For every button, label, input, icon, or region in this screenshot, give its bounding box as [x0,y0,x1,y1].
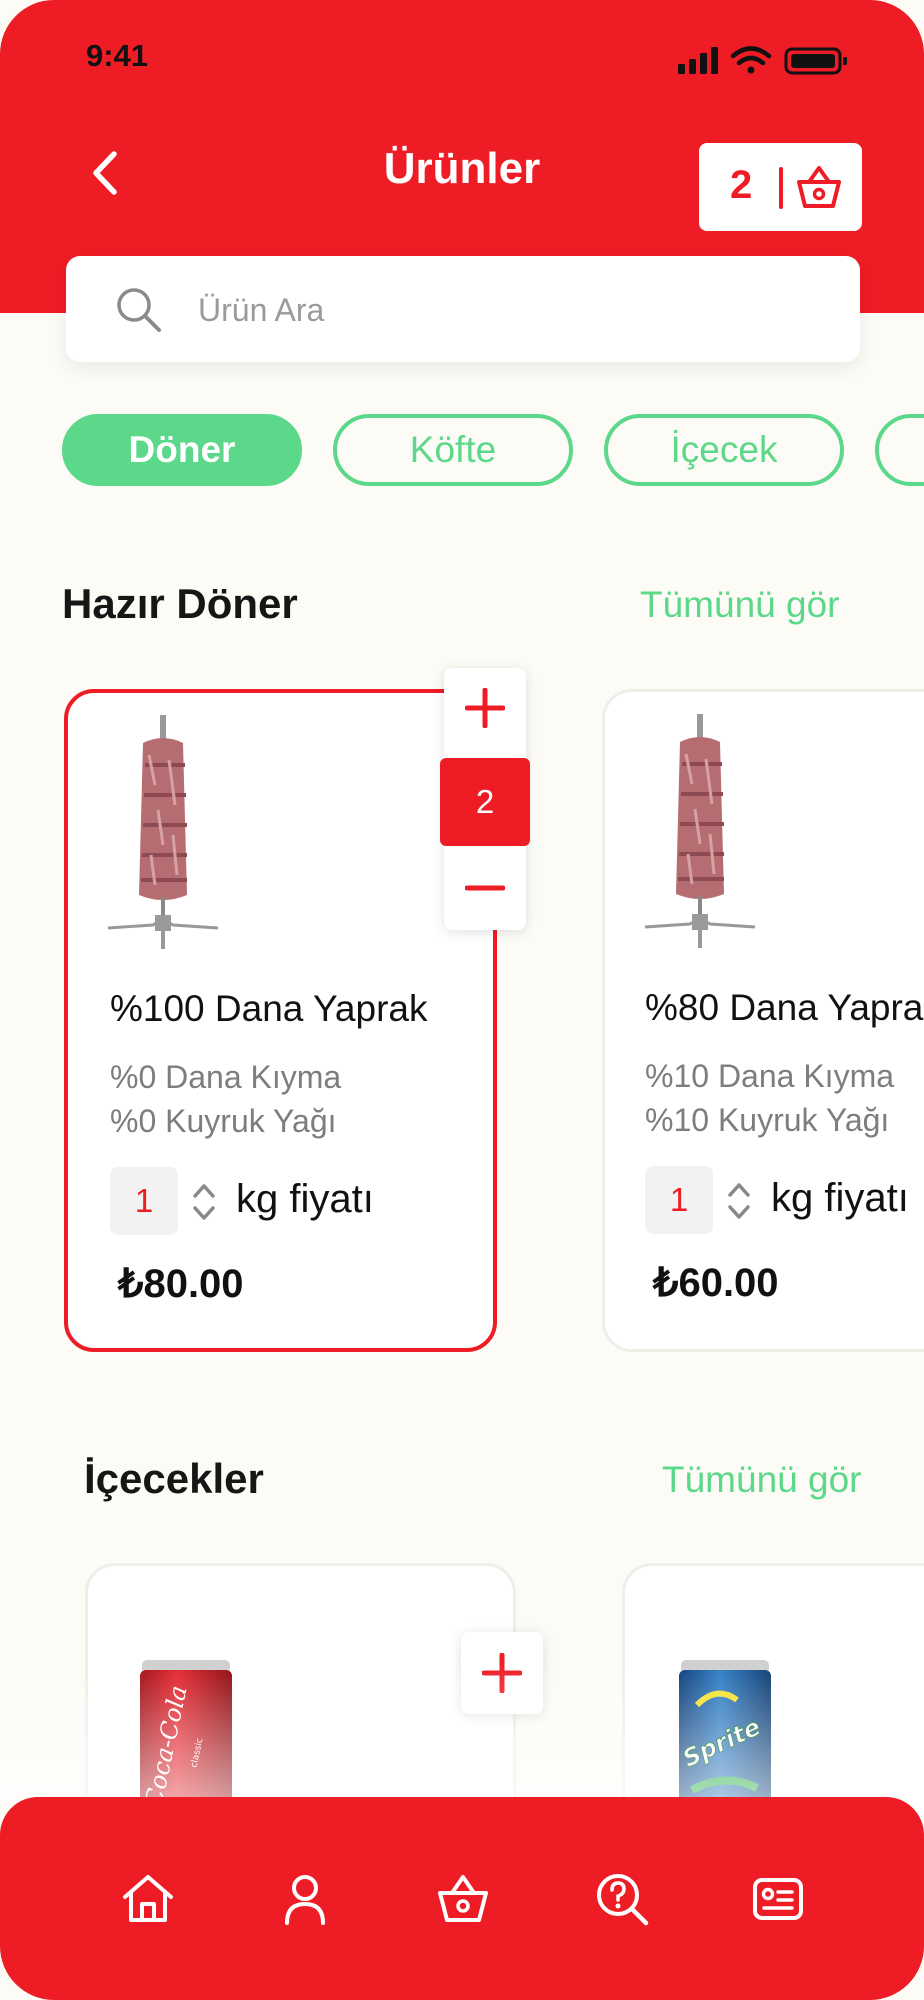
doner-image [644,714,756,948]
product-name: %100 Dana Yaprak [110,988,428,1029]
category-chip-icecek[interactable]: İçecek [604,414,844,486]
user-icon[interactable] [277,1871,333,1927]
quantity-stepper-icon[interactable] [192,1181,216,1223]
battery-icon [784,47,847,75]
product-detail: %10 Dana Kıyma [645,1058,895,1094]
decrease-button[interactable] [444,848,526,928]
minus-icon [465,885,505,891]
cart-button[interactable]: 2 [699,143,862,231]
category-chip-doner[interactable]: Döner [62,414,302,486]
plus-icon [465,688,505,728]
products-screen: 9:41 Ürünler 2 Ürün Ara Döner Köfte İçec… [0,0,924,2000]
status-icons [678,46,847,75]
product-card[interactable]: %80 Dana Yaprak %10 Dana Kıyma %10 Kuyru… [602,689,924,1352]
doner-image [107,715,219,949]
search-input[interactable] [196,283,820,337]
product-card[interactable]: %100 Dana Yaprak %0 Dana Kıyma %0 Kuyruk… [64,689,497,1352]
search-help-icon[interactable] [594,1871,650,1927]
coca-cola-can-image: Coca-Cola classic [140,1660,232,1820]
quantity-field[interactable]: 1 [645,1166,713,1234]
product-detail: %0 Dana Kıyma [110,1059,342,1095]
basket-icon[interactable] [435,1871,491,1927]
bottom-navigation [0,1797,924,2000]
cart-count: 2 [730,163,753,207]
sprite-can-image: Sprite [678,1660,771,1820]
cart-quantity-stepper: 2 [440,668,530,930]
category-chip-next[interactable] [875,414,924,486]
cellular-signal-icon [678,47,718,74]
category-chip-kofte[interactable]: Köfte [333,414,573,486]
search-icon [117,288,161,332]
wifi-icon [730,46,772,74]
basket-icon [797,166,841,208]
see-all-link-icecekler[interactable]: Tümünü gör [662,1459,862,1501]
quantity-stepper-icon[interactable] [727,1180,751,1222]
see-all-link-doner[interactable]: Tümünü gör [640,584,840,626]
product-price: ₺80.00 [118,1262,244,1306]
quantity-field[interactable]: 1 [110,1167,178,1235]
increase-button[interactable] [444,668,526,748]
add-to-cart-button[interactable] [461,1632,543,1714]
cart-quantity: 2 [440,758,530,846]
section-title-icecekler: İçecekler [84,1455,264,1502]
home-icon[interactable] [120,1871,176,1927]
section-title-hazir-doner: Hazır Döner [62,580,298,627]
status-time: 9:41 [86,38,149,73]
product-detail: %0 Kuyruk Yağı [110,1103,337,1139]
profile-card-icon[interactable] [750,1871,806,1927]
cart-divider [779,167,783,209]
product-price: ₺60.00 [653,1261,779,1305]
unit-label: kg fiyatı [236,1177,374,1221]
plus-icon [482,1653,522,1693]
search-bar[interactable] [66,256,860,362]
product-name: %80 Dana Yaprak [645,987,924,1028]
product-detail: %10 Kuyruk Yağı [645,1102,890,1138]
unit-label: kg fiyatı [771,1176,909,1220]
